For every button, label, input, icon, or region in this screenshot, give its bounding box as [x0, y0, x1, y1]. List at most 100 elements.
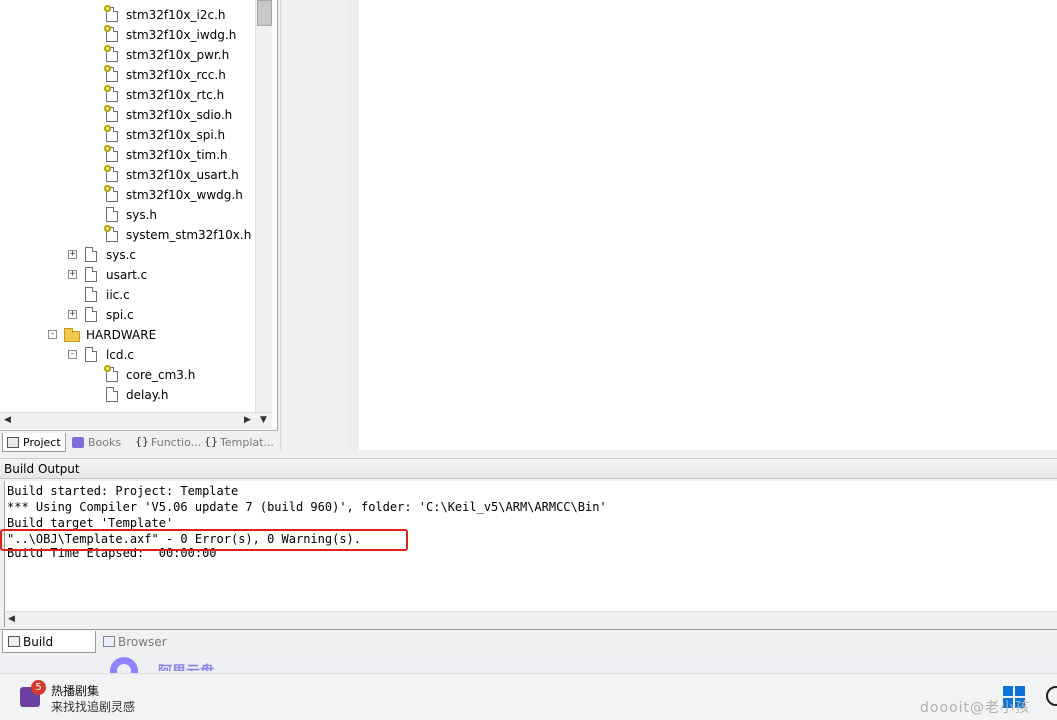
build-output-title: Build Output — [4, 462, 80, 476]
build-output-scrollbar[interactable]: ◀ — [4, 611, 1057, 627]
tab-templates[interactable]: {} Templat... — [200, 433, 274, 452]
tree-item-label: HARDWARE — [86, 328, 157, 342]
expand-icon[interactable]: + — [68, 310, 77, 319]
tree-item-label: stm32f10x_spi.h — [126, 128, 226, 142]
widget-subtitle: 来找找追剧灵感 — [51, 700, 136, 714]
bottom-tabs: Build Output Browser — [0, 629, 1057, 671]
tree-file[interactable]: delay.h — [0, 385, 255, 405]
tree-file[interactable]: core_cm3.h — [0, 365, 255, 385]
tree-item-label: delay.h — [126, 388, 169, 402]
tab-browser[interactable]: Browser — [98, 631, 168, 653]
tree-file[interactable]: stm32f10x_spi.h — [0, 125, 255, 145]
header-file-icon — [104, 145, 118, 162]
project-tree-pane[interactable]: stm32f10x_i2c.h stm32f10x_iwdg.h stm32f10x… — [0, 0, 278, 432]
tab-build-output[interactable]: Build Output — [2, 631, 96, 671]
tree-item-label: core_cm3.h — [126, 368, 196, 382]
tree-file[interactable]: + spi.c — [0, 305, 255, 325]
tree-item-label: stm32f10x_sdio.h — [126, 108, 233, 122]
browser-icon — [103, 636, 115, 647]
tab-templates-label: Templat... — [220, 436, 274, 449]
tree-file[interactable]: stm32f10x_usart.h — [0, 165, 255, 185]
header-file-icon — [104, 185, 118, 202]
tree-item-label: stm32f10x_usart.h — [126, 168, 239, 182]
tree-file[interactable]: stm32f10x_pwr.h — [0, 45, 255, 65]
build-output-titlebar: Build Output — [0, 458, 1057, 479]
functions-icon: {} — [135, 435, 149, 448]
header-file-icon — [104, 5, 118, 22]
tree-item-label: system_stm32f10x.h — [126, 228, 252, 242]
scroll-left-arrow-icon[interactable]: ◀ — [8, 614, 15, 624]
tree-file[interactable]: - lcd.c — [0, 345, 255, 365]
tree-file[interactable]: sys.h — [0, 205, 255, 225]
taskbar: 5 热播剧集 来找找追剧灵感 — [0, 673, 1057, 720]
header-file-icon — [104, 225, 118, 242]
tree-file[interactable]: stm32f10x_rtc.h — [0, 85, 255, 105]
tab-functions-label: Functio... — [151, 436, 202, 449]
search-icon[interactable] — [1046, 686, 1057, 706]
scroll-down-arrow-icon[interactable]: ▼ — [260, 415, 267, 425]
scroll-left-arrow-icon[interactable]: ◀ — [4, 415, 11, 425]
tree-vertical-scroll-thumb[interactable] — [257, 0, 272, 26]
tree-item-label: stm32f10x_tim.h — [126, 148, 228, 162]
tab-browser-label: Browser — [118, 635, 167, 649]
tree-item-label: sys.c — [106, 248, 137, 262]
tree-file[interactable]: stm32f10x_iwdg.h — [0, 25, 255, 45]
expand-icon[interactable]: + — [68, 250, 77, 259]
tab-functions[interactable]: {} Functio... — [131, 433, 202, 452]
header-file-icon — [104, 45, 118, 62]
tab-project[interactable]: Project — [2, 433, 66, 452]
templates-icon: {} — [204, 435, 218, 448]
tab-project-label: Project — [23, 436, 61, 449]
tree-item-label: stm32f10x_rtc.h — [126, 88, 225, 102]
editor-gutter — [347, 0, 359, 450]
project-tabs: Project Books {} Functio... {} Templat..… — [0, 430, 278, 452]
tree-item-label: spi.c — [106, 308, 134, 322]
widget-title[interactable]: 热播剧集 — [51, 682, 99, 699]
tab-books-label: Books — [88, 436, 122, 449]
build-line: *** Using Compiler 'V5.06 update 7 (buil… — [7, 500, 607, 514]
tree-item-label: stm32f10x_pwr.h — [126, 48, 230, 62]
tree-file[interactable]: stm32f10x_rcc.h — [0, 65, 255, 85]
editor-area[interactable] — [359, 0, 1057, 450]
file-icon — [85, 267, 97, 282]
tree-horizontal-scrollbar[interactable]: ◀ ▶ ▼ — [0, 412, 272, 429]
file-icon — [85, 307, 97, 322]
books-icon — [72, 437, 84, 448]
editor-margin — [280, 0, 347, 450]
expand-icon[interactable]: + — [68, 270, 77, 279]
tree-item-label: stm32f10x_i2c.h — [126, 8, 226, 22]
tree-file[interactable]: + usart.c — [0, 265, 255, 285]
tree-item-label: stm32f10x_wwdg.h — [126, 188, 243, 202]
tree-item-label: stm32f10x_rcc.h — [126, 68, 226, 82]
file-icon — [85, 247, 97, 262]
tree-file[interactable]: + sys.c — [0, 245, 255, 265]
tree-file[interactable]: stm32f10x_tim.h — [0, 145, 255, 165]
header-file-icon — [104, 85, 118, 102]
tree-folder[interactable]: - HARDWARE — [0, 325, 255, 345]
tree-file[interactable]: stm32f10x_sdio.h — [0, 105, 255, 125]
header-file-icon — [104, 165, 118, 182]
project-icon — [7, 437, 19, 448]
build-line: Build started: Project: Template — [7, 484, 239, 498]
file-icon — [85, 347, 97, 362]
tree-item-label: usart.c — [106, 268, 148, 282]
file-icon — [106, 207, 118, 222]
tree-file[interactable]: iic.c — [0, 285, 255, 305]
collapse-icon[interactable]: - — [48, 330, 57, 339]
watermark: doooit@老小孩 — [920, 700, 1030, 716]
tab-books[interactable]: Books — [68, 433, 128, 452]
tree-file[interactable]: stm32f10x_wwdg.h — [0, 185, 255, 205]
tree-file[interactable]: stm32f10x_i2c.h — [0, 5, 255, 25]
tree-item-label: sys.h — [126, 208, 158, 222]
file-icon — [106, 387, 118, 402]
tree-file[interactable]: system_stm32f10x.h — [0, 225, 255, 245]
header-file-icon — [104, 25, 118, 42]
header-file-icon — [104, 125, 118, 142]
collapse-icon[interactable]: - — [68, 350, 77, 359]
folder-icon — [64, 328, 80, 342]
tree-item-label: lcd.c — [106, 348, 134, 362]
tree-vertical-scrollbar[interactable] — [255, 0, 272, 412]
tree-item-label: stm32f10x_iwdg.h — [126, 28, 237, 42]
header-file-icon — [104, 365, 118, 382]
scroll-right-arrow-icon[interactable]: ▶ — [244, 415, 251, 425]
